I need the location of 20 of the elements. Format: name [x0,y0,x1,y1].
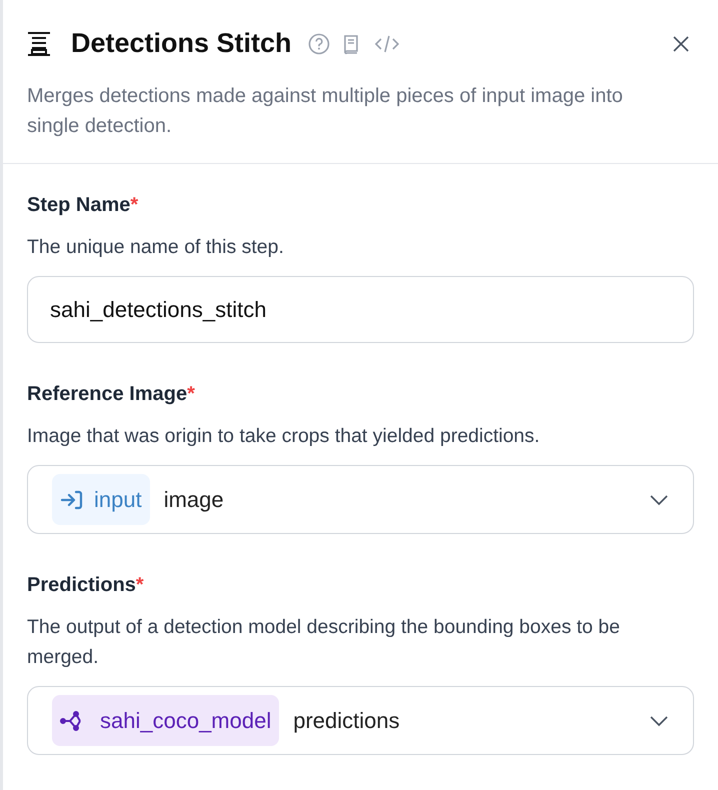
panel-title: Detections Stitch [71,28,292,59]
field-help-text: The output of a detection model describing the bounding boxes to be merged. [27,615,621,670]
field-label: Step Name* [27,194,140,217]
stitch-icon [27,30,51,56]
field-help-text: The unique name of this step. [27,235,285,260]
chevron-down-icon [649,494,669,506]
field-label: Predictions* [27,574,145,597]
help-icon[interactable] [308,32,330,54]
source-name: sahi_coco_model [100,708,272,734]
property-text: predictions [293,708,400,734]
text-input-field[interactable]: sahi_detections_stitch [27,276,694,343]
select-field[interactable]: sahi_coco_model predictions [27,686,694,755]
select-field[interactable]: input image [27,465,694,534]
property-text: image [164,486,224,512]
source-name: input [94,486,142,512]
arrow-into-bracket-icon [60,488,84,510]
field-label: Reference Image* [27,383,196,406]
field-help-text: Image that was origin to take crops that yielded predictions. [27,424,541,449]
chevron-down-icon [649,714,669,726]
panel-description: Merges detections made against multiple pieces of input image into single detection. [27,84,624,139]
